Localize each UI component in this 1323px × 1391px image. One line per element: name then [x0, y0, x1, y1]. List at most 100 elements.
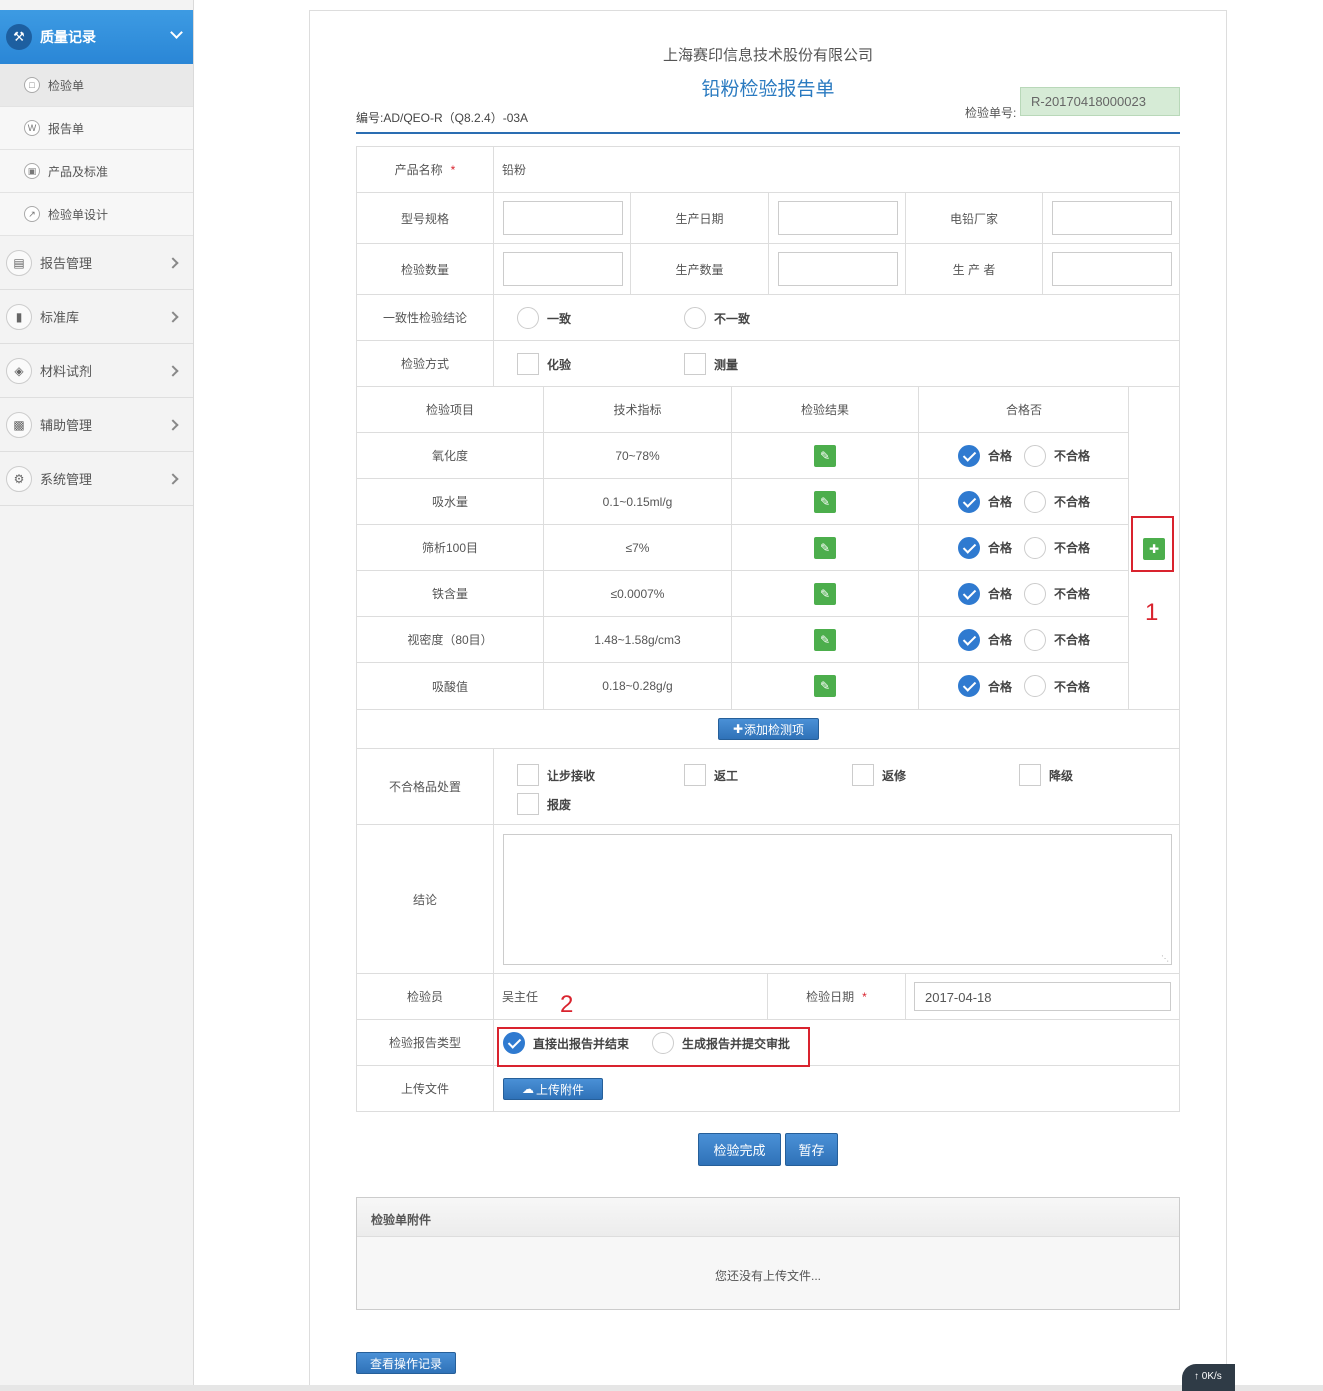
model-label: 型号规格 [357, 193, 494, 243]
item-spec: 0.18~0.28g/g [544, 663, 732, 709]
fail-radio[interactable]: 不合格 [1024, 490, 1090, 513]
product-name-label: 产品名称 * [357, 147, 494, 192]
document-icon: □ [24, 77, 40, 93]
inspector-label: 检验员 [357, 974, 494, 1019]
edit-result-button[interactable]: ✎ [814, 536, 836, 559]
sidebar-item-materials-reagents[interactable]: ◈ 材料试剂 [0, 344, 193, 398]
sidebar-subitem-label: 检验单设计 [48, 207, 109, 222]
sidebar-item-report-management[interactable]: ▤ 报告管理 [0, 236, 193, 290]
sidebar-item-quality-records[interactable]: ⚒ 质量记录 [0, 10, 193, 64]
edit-result-button[interactable]: ✎ [814, 490, 836, 513]
consistency-consistent-radio[interactable]: 一致 [517, 307, 571, 329]
table-row: 铁含量 ≤0.0007% ✎ 合格 不合格 [357, 571, 1129, 617]
inspection-date-input[interactable]: 2017-04-18 [914, 982, 1171, 1011]
sidebar-item-standards-library[interactable]: ▮ 标准库 [0, 290, 193, 344]
fail-radio[interactable]: 不合格 [1024, 536, 1090, 559]
radio-icon [1024, 628, 1046, 651]
pass-radio[interactable]: 合格 [957, 582, 1012, 605]
item-name: 氧化度 [357, 433, 544, 478]
checkbox-icon [852, 764, 874, 786]
gears-icon: ⚙ [6, 465, 32, 492]
producer-input[interactable] [1052, 252, 1172, 286]
item-pass-cell: 合格 不合格 [919, 617, 1129, 662]
view-operation-log-button[interactable]: 查看操作记录 [356, 1352, 456, 1374]
table-row: 视密度（80目） 1.48~1.58g/cm3 ✎ 合格 不合格 [357, 617, 1129, 663]
method-lab-checkbox[interactable]: 化验 [517, 353, 571, 375]
add-row-plus-button[interactable]: ✚ [1143, 538, 1165, 560]
disposal-concession-checkbox[interactable]: 让步接收 [517, 764, 595, 786]
sidebar-subitem-report-sheet[interactable]: W 报告单 [0, 107, 193, 150]
company-name: 上海赛印信息技术股份有限公司 [662, 47, 873, 64]
header-divider [356, 132, 1180, 134]
item-name: 筛析100目 [357, 525, 544, 570]
sidebar-subitem-label: 检验单 [48, 78, 85, 93]
horizontal-scrollbar[interactable] [0, 1385, 1323, 1391]
sidebar-item-label: 材料试剂 [40, 364, 93, 379]
inspector-value: 吴主任 [494, 974, 768, 1019]
pass-radio[interactable]: 合格 [957, 490, 1012, 513]
production-qty-input[interactable] [778, 252, 898, 286]
quantity-row: 检验数量 生产数量 生 产 者 [356, 244, 1180, 295]
inspection-qty-input[interactable] [503, 252, 623, 286]
fail-radio[interactable]: 不合格 [1024, 675, 1090, 697]
production-qty-label: 生产数量 [631, 244, 769, 294]
sidebar-subitem-inspection-sheet[interactable]: □ 检验单 [0, 64, 193, 107]
fail-radio[interactable]: 不合格 [1024, 582, 1090, 605]
sidebar-subitem-label: 产品及标准 [48, 164, 109, 179]
sidebar-subitem-label: 报告单 [48, 121, 85, 136]
item-spec: ≤7% [544, 525, 732, 570]
method-measure-checkbox[interactable]: 测量 [684, 353, 738, 375]
conclusion-row: 结论 ⋱ [356, 825, 1180, 974]
disposal-repair-checkbox[interactable]: 返修 [852, 764, 906, 786]
fail-radio[interactable]: 不合格 [1024, 444, 1090, 467]
item-pass-cell: 合格 不合格 [919, 525, 1129, 570]
item-spec: 1.48~1.58g/cm3 [544, 617, 732, 662]
fail-radio[interactable]: 不合格 [1024, 628, 1090, 651]
radio-checked-icon [957, 675, 980, 697]
sidebar-item-aux-management[interactable]: ▩ 辅助管理 [0, 398, 193, 452]
chevron-down-icon [170, 26, 183, 39]
sidebar-item-label: 系统管理 [40, 472, 93, 487]
consistency-label: 一致性检验结论 [357, 295, 494, 340]
upload-row: 上传文件 ☁ 上传附件 [356, 1066, 1180, 1112]
disposal-rework-checkbox[interactable]: 返工 [684, 764, 738, 786]
pass-radio[interactable]: 合格 [957, 628, 1012, 651]
item-name: 吸水量 [357, 479, 544, 524]
pass-radio[interactable]: 合格 [957, 444, 1012, 467]
edit-result-button[interactable]: ✎ [814, 444, 836, 467]
disposal-downgrade-checkbox[interactable]: 降级 [1019, 764, 1073, 786]
upload-attachment-button[interactable]: ☁ 上传附件 [503, 1078, 603, 1100]
upload-label: 上传文件 [357, 1066, 494, 1111]
edit-result-button[interactable]: ✎ [814, 675, 836, 697]
option-label: 不一致 [714, 311, 751, 326]
pass-radio[interactable]: 合格 [957, 536, 1012, 559]
edit-result-button[interactable]: ✎ [814, 628, 836, 651]
chevron-right-icon [167, 365, 179, 377]
conclusion-textarea[interactable]: ⋱ [503, 834, 1172, 965]
pass-radio[interactable]: 合格 [957, 675, 1012, 697]
sidebar-item-system-management[interactable]: ⚙ 系统管理 [0, 452, 193, 506]
sidebar-subitem-products-standards[interactable]: ▣ 产品及标准 [0, 150, 193, 193]
item-result-cell: ✎ [732, 663, 919, 709]
complete-inspection-button[interactable]: 检验完成 [698, 1133, 781, 1166]
add-item-button[interactable]: ✚ 添加检测项 [718, 718, 819, 740]
resize-handle-icon[interactable]: ⋱ [1161, 954, 1169, 963]
checkbox-icon [684, 353, 706, 375]
item-pass-cell: 合格 不合格 [919, 479, 1129, 524]
sidebar-subitem-sheet-design[interactable]: ↗ 检验单设计 [0, 193, 193, 236]
edit-result-button[interactable]: ✎ [814, 582, 836, 605]
radio-icon [1024, 444, 1046, 467]
pencil-icon: ✎ [819, 494, 831, 509]
model-input[interactable] [503, 201, 623, 235]
save-draft-button[interactable]: 暂存 [785, 1133, 838, 1166]
lead-maker-input[interactable] [1052, 201, 1172, 235]
plus-icon: ✚ [732, 722, 744, 736]
production-date-input[interactable] [778, 201, 898, 235]
radio-checked-icon [957, 582, 980, 605]
book-icon: ▮ [6, 303, 32, 330]
product-name-value: 铅粉 [502, 163, 527, 177]
disposal-scrap-checkbox[interactable]: 报废 [517, 793, 571, 815]
consistency-inconsistent-radio[interactable]: 不一致 [684, 307, 750, 329]
product-name-row: 产品名称 * 铅粉 [356, 146, 1180, 193]
pencil-icon: ✎ [819, 586, 831, 601]
